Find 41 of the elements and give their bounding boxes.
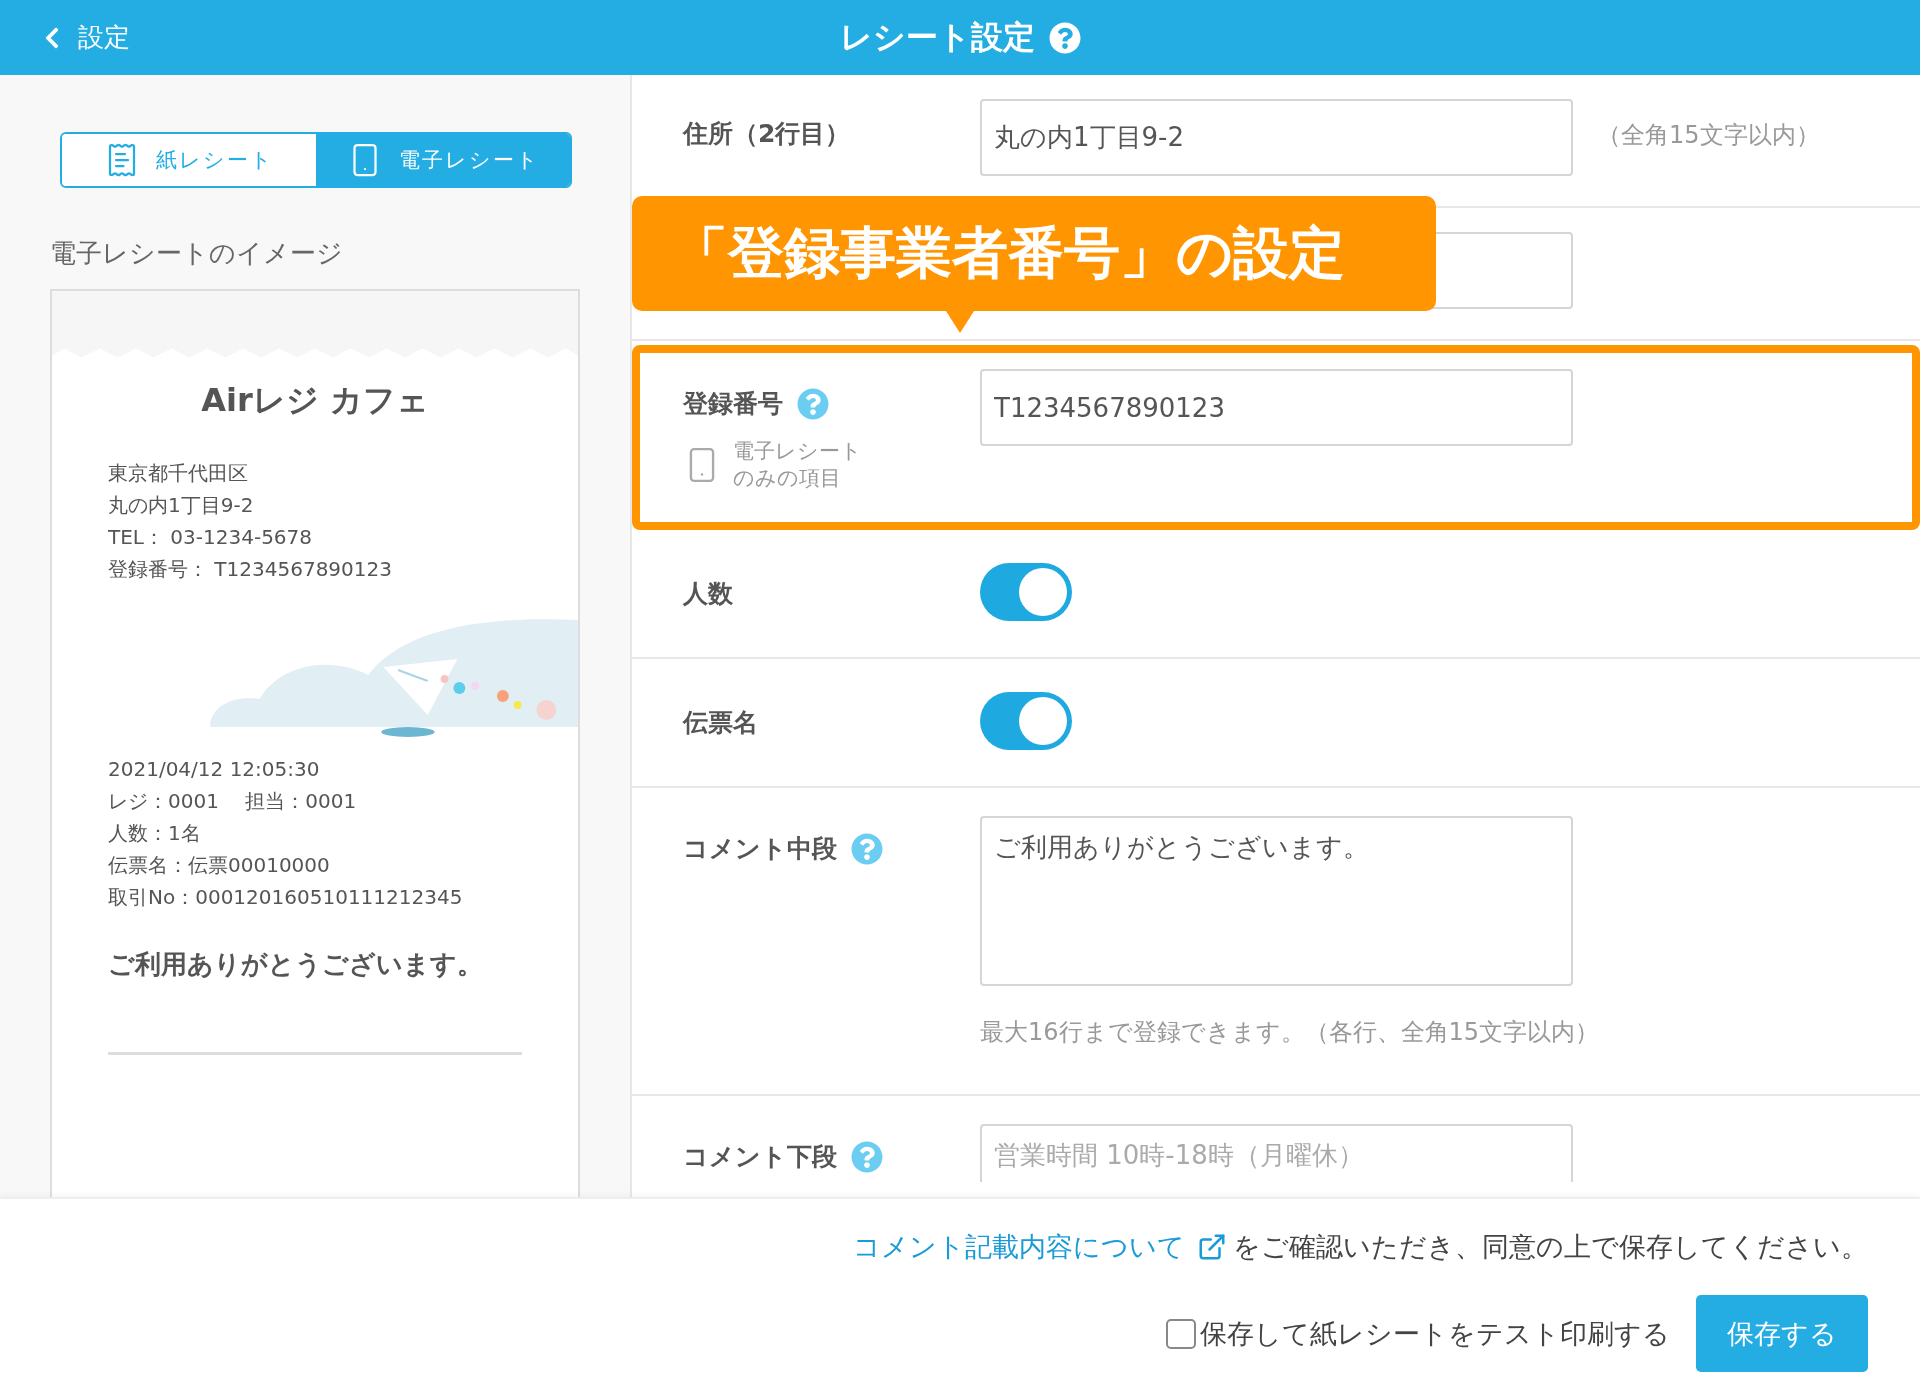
external-link-icon[interactable]	[1197, 1232, 1227, 1262]
text-field[interactable]: T1234567890123	[980, 369, 1573, 446]
back-link[interactable]: 設定	[40, 20, 130, 55]
comment-guidelines-link[interactable]: コメント記載内容について	[853, 1229, 1185, 1265]
page-title: レシート設定	[839, 16, 1035, 58]
preview-title: 電子レシートのイメージ	[50, 237, 344, 270]
receipt-line: 東京都千代田区	[108, 460, 249, 487]
help-icon[interactable]	[1048, 21, 1081, 54]
comment-field[interactable]: 営業時間 10時-18時（月曜休）	[980, 1124, 1573, 1182]
help-icon[interactable]	[851, 1140, 883, 1173]
field-label: コメント中段	[683, 833, 837, 865]
field-label: 登録番号	[683, 388, 783, 420]
receipt-line: レジ：0001 担当：0001	[108, 788, 358, 815]
save-button[interactable]: 保存する	[1696, 1295, 1868, 1372]
receipt-line: 取引No：000120160510111212345	[108, 884, 464, 911]
note-text: （全角15文字以内）	[1597, 120, 1820, 151]
hint-text: 最大16行まで登録できます。（各行、全角15文字以内）	[980, 1017, 1600, 1048]
callout-tooltip-text: 「登録事業者番号」の設定	[672, 218, 1345, 287]
field-label: 住所（2行目）	[683, 118, 851, 150]
store-name: Airレジ カフェ	[200, 380, 430, 421]
receipt-type-tab[interactable]: 紙レシート	[62, 134, 316, 186]
comment-field[interactable]: ご利用ありがとうございます。	[980, 816, 1573, 986]
thank-you-text: ご利用ありがとうございます。	[107, 948, 484, 981]
receipt-type-tab[interactable]: 電子レシート	[316, 134, 570, 186]
receipt-line: TEL： 03-1234-5678	[108, 524, 314, 551]
note-text: 電子レシートのみの項目	[733, 438, 863, 492]
help-icon[interactable]	[851, 832, 883, 865]
field-label: 人数	[683, 578, 733, 610]
test-print-checkbox[interactable]: 保存して紙レシートをテスト印刷する	[1166, 1315, 1670, 1352]
notice-text: をご確認いただき、同意の上で保存してください。	[1233, 1230, 1868, 1264]
receipt-line: 登録番号： T1234567890123	[108, 556, 393, 583]
toggle-switch[interactable]	[980, 563, 1072, 621]
receipt-line: 人数：1名	[108, 820, 202, 847]
receipt-line: 伝票名：伝票00010000	[108, 852, 331, 879]
receipt-line: 2021/04/12 12:05:30	[108, 756, 321, 783]
field-label: 伝票名	[683, 707, 758, 739]
help-icon[interactable]	[797, 387, 829, 420]
receipt-line: 丸の内1丁目9-2	[108, 492, 255, 519]
field-label: コメント下段	[683, 1141, 837, 1173]
text-field[interactable]: 丸の内1丁目9-2	[980, 99, 1573, 176]
toggle-switch[interactable]	[980, 692, 1072, 750]
